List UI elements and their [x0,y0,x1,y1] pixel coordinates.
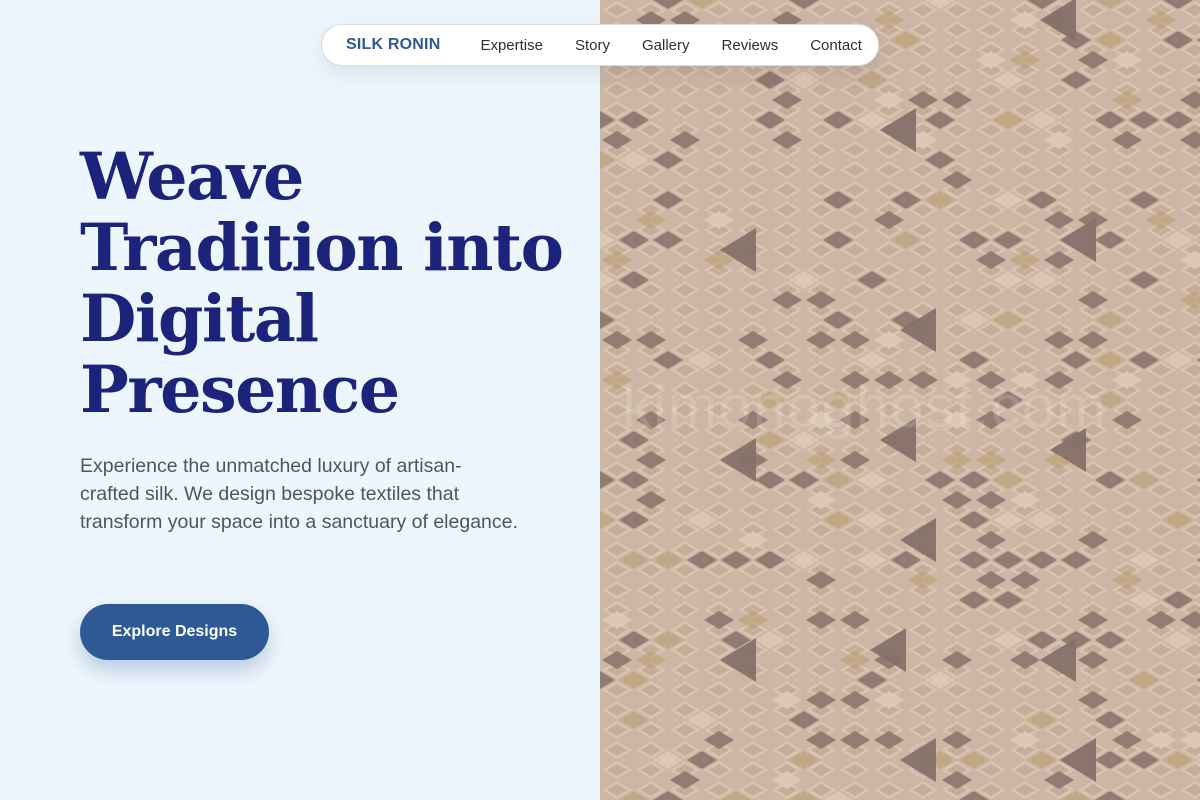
nav-link-contact[interactable]: Contact [810,37,862,54]
nav-link-expertise[interactable]: Expertise [480,37,543,54]
top-navigation-bar: SILK RONIN Expertise Story Gallery Revie… [321,24,879,66]
nav-link-gallery[interactable]: Gallery [642,37,690,54]
explore-designs-button[interactable]: Explore Designs [80,604,269,660]
nav-link-reviews[interactable]: Reviews [722,37,779,54]
brand-logo-text[interactable]: SILK RONIN [346,36,440,54]
hero-title: Weave Tradition into Digital Presence [80,139,564,428]
nav-link-story[interactable]: Story [575,37,610,54]
silk-pattern-image: kimonoghost.com [600,0,1200,800]
watermark-text: kimonoghost.com [622,373,1108,440]
hero-subtitle: Experience the unmatched luxury of artis… [80,455,518,533]
